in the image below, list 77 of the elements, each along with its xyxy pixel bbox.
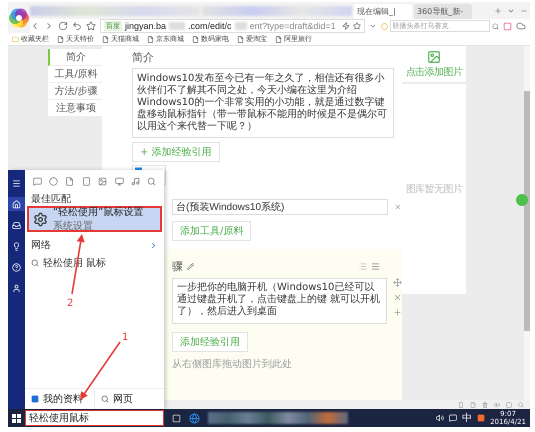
volume-icon[interactable] [436,414,444,422]
star-icon[interactable] [86,21,96,31]
task-view-icon[interactable] [172,414,181,422]
edit-icon[interactable] [187,263,194,270]
page-icon [57,36,64,42]
page-icon [275,36,282,42]
best-match-item[interactable]: “轻松使用”鼠标设置 系统设置 [27,206,162,232]
blurred-region [169,22,186,30]
nav-item[interactable]: 简介 [48,49,102,66]
search-icon[interactable] [147,176,156,186]
annotation-number: 2 [67,298,74,309]
monitor-icon[interactable] [114,176,124,186]
notification-icon[interactable] [449,414,458,422]
section-label: 最佳匹配 [30,193,72,206]
blurred-region [234,22,247,30]
drop-hint: 从右侧图库拖动图片到此处 [172,358,293,371]
browser-tab[interactable]: 360导航_新- [414,4,472,19]
document-icon[interactable] [65,176,74,186]
phone-icon[interactable] [458,402,464,408]
section-label: 网络 [31,239,51,252]
delete-icon[interactable] [394,203,402,211]
cloud-icon[interactable] [516,21,526,31]
trash-icon[interactable] [482,402,488,408]
undo-icon[interactable] [72,21,82,31]
nav-item[interactable]: 注意事项 [48,100,102,117]
result-title: “轻松使用”鼠标设置 [53,206,144,219]
url-text: ent?type=draft&did=1 [250,21,336,31]
page-icon [147,36,154,42]
step-text-area[interactable]: 一步把你的电脑开机（Windows10已经可以通过键盘开机了，点击键盘上的键 就可以开机了），然后进入到桌面 [172,278,387,324]
list-icon[interactable] [371,262,380,271]
lightning-icon[interactable] [342,22,350,30]
new-tab-icon[interactable] [494,6,502,14]
search-icon [31,259,39,267]
nav-item[interactable]: 工具/原料 [48,66,102,83]
move-icon[interactable] [393,278,402,287]
annotation-number: 1 [122,332,128,343]
browser-icon[interactable] [189,412,200,424]
search-icon [101,395,109,403]
window-icon[interactable] [506,402,512,408]
windows-icon [12,414,21,422]
zoom-icon[interactable] [518,402,524,408]
image-icon [427,50,441,64]
home-icon[interactable] [8,197,25,211]
search-icon[interactable] [492,22,499,30]
star-icon[interactable] [352,22,361,30]
circle-icon[interactable] [49,176,58,186]
tool-field[interactable]: 台(预装Windows10系统) [172,199,388,215]
tablet-icon[interactable] [82,176,91,186]
page-icon [237,36,244,42]
delete-icon[interactable] [393,293,402,302]
caret-icon[interactable] [368,22,377,30]
section-heading: 简介 [132,50,155,65]
search-engine-icon [380,22,388,30]
apps-icon[interactable] [502,22,512,30]
result-subtitle: 系统设置 [53,220,94,233]
reload-icon[interactable] [58,21,68,31]
browser-logo-icon[interactable] [8,6,30,28]
windows-icon [31,395,39,403]
gear-icon [33,212,48,226]
page-icon [192,36,199,42]
chevron-icon[interactable] [149,240,158,250]
taskbar-search-field[interactable]: 轻松使用鼠标 [25,410,164,426]
ime-indicator[interactable]: 中 [462,411,472,425]
app-icon[interactable] [477,414,486,422]
url-text: .com/edit/c [188,21,232,31]
music-icon[interactable] [130,176,140,186]
page-icon [102,36,109,42]
url-text: jingyan.ba [125,21,166,31]
chat-icon[interactable] [32,176,42,186]
browser-tab[interactable]: 现在编辑_| [354,4,412,19]
step-heading: 骤 [172,259,183,274]
nav-item[interactable]: 方法/步骤 [48,83,102,100]
folder-icon [12,36,19,42]
sound-icon[interactable] [494,402,500,408]
image-icon[interactable] [98,176,108,186]
empty-gallery-text: 图库暂无图片 [406,182,462,196]
intro-text-area[interactable]: Windows10发布至今已有一年之久了，相信还有很多小伙伴们不了解其不同之处，今天小编在这里为介绍Windows10的一个非常实用的小功能，就是通过数字键盘移动鼠标指针（带一带鼠标不能用的时候是不是偶尔可以用这个来代替一下呢？） [132,68,394,138]
